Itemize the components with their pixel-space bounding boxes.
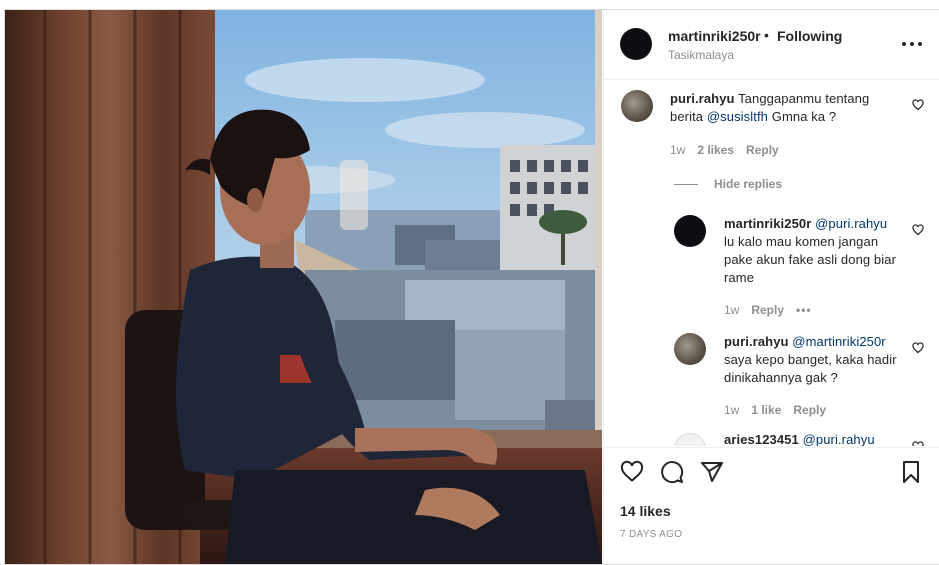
author-avatar[interactable] <box>620 28 652 60</box>
comment-text: puri.rahyu Tanggapanmu tentang berita @s… <box>670 90 890 126</box>
reply-mention[interactable]: @martinriki250r <box>792 334 885 349</box>
reply-item: martinriki250r @puri.rahyu lu kalo mau k… <box>604 205 939 317</box>
comment-icon[interactable] <box>660 460 684 484</box>
commenter-avatar[interactable] <box>621 90 653 122</box>
post-dialog: martinriki250r • Following Tasikmalaya p… <box>4 9 939 565</box>
hide-replies-button[interactable]: Hide replies <box>714 177 782 191</box>
reply-username[interactable]: martinriki250r <box>724 216 811 231</box>
reply-item: aries123451 @puri.rahyu <box>604 425 939 446</box>
comment-reply-button[interactable]: Reply <box>746 143 779 157</box>
heart-icon[interactable] <box>620 460 644 484</box>
reply-body: lu kalo mau komen jangan pake akun fake … <box>724 234 897 285</box>
post-actions: 14 likes 7 DAYS AGO <box>604 447 939 565</box>
reply-text: aries123451 @puri.rahyu <box>724 431 900 446</box>
post-sidebar: martinriki250r • Following Tasikmalaya p… <box>603 10 939 564</box>
more-options-icon[interactable] <box>900 36 924 52</box>
reply-meta: 1w Reply ••• <box>724 303 824 317</box>
reply-item: puri.rahyu @martinriki250r saya kepo ban… <box>604 325 939 417</box>
comment-username[interactable]: puri.rahyu <box>670 91 735 106</box>
following-button[interactable]: Following <box>777 28 842 44</box>
reply-reply-button[interactable]: Reply <box>751 303 784 317</box>
reply-text: puri.rahyu @martinriki250r saya kepo ban… <box>724 333 900 387</box>
post-image <box>5 10 602 564</box>
reply-reply-button[interactable]: Reply <box>793 403 826 417</box>
comment-like-heart-icon[interactable] <box>912 99 924 111</box>
reply-like-heart-icon[interactable] <box>912 224 924 236</box>
comment-likes[interactable]: 2 likes <box>697 143 734 157</box>
reply-username[interactable]: aries123451 <box>724 432 799 446</box>
comment-time: 1w <box>670 143 686 157</box>
reply-body: saya kepo banget, kaka hadir dinikahanny… <box>724 352 897 385</box>
post-date: 7 DAYS AGO <box>620 529 683 540</box>
comments-list[interactable]: puri.rahyu Tanggapanmu tentang berita @s… <box>604 80 939 446</box>
post-location[interactable]: Tasikmalaya <box>668 48 734 62</box>
reply-meta: 1w 1 like Reply <box>724 403 838 417</box>
reply-time: 1w <box>724 303 740 317</box>
reply-time: 1w <box>724 403 740 417</box>
reply-username[interactable]: puri.rahyu <box>724 334 789 349</box>
paper-plane-icon[interactable] <box>700 460 724 484</box>
reply-like-heart-icon[interactable] <box>912 342 924 354</box>
reply-mention[interactable]: @puri.rahyu <box>815 216 887 231</box>
reply-like-heart-icon[interactable] <box>912 441 924 446</box>
reply-more-icon[interactable]: ••• <box>796 303 812 317</box>
comment-body-end: Gmna ka ? <box>768 109 837 124</box>
reply-text: martinriki250r @puri.rahyu lu kalo mau k… <box>724 215 900 287</box>
comment-mention[interactable]: @susisltfh <box>707 109 768 124</box>
post-photo[interactable] <box>5 10 602 564</box>
reply-mention[interactable]: @puri.rahyu <box>803 432 875 446</box>
reply-likes[interactable]: 1 like <box>751 403 781 417</box>
separator-dot: • <box>764 27 769 43</box>
comment-meta: 1w 2 likes Reply <box>670 143 791 157</box>
reply-avatar[interactable] <box>674 433 706 446</box>
comment-item: puri.rahyu Tanggapanmu tentang berita @s… <box>604 80 939 175</box>
reply-avatar[interactable] <box>674 215 706 247</box>
replies-divider <box>674 184 698 185</box>
post-header: martinriki250r • Following Tasikmalaya <box>604 10 939 80</box>
author-username[interactable]: martinriki250r <box>668 28 761 44</box>
reply-avatar[interactable] <box>674 333 706 365</box>
likes-count[interactable]: 14 likes <box>620 503 671 519</box>
bookmark-icon[interactable] <box>899 460 923 484</box>
